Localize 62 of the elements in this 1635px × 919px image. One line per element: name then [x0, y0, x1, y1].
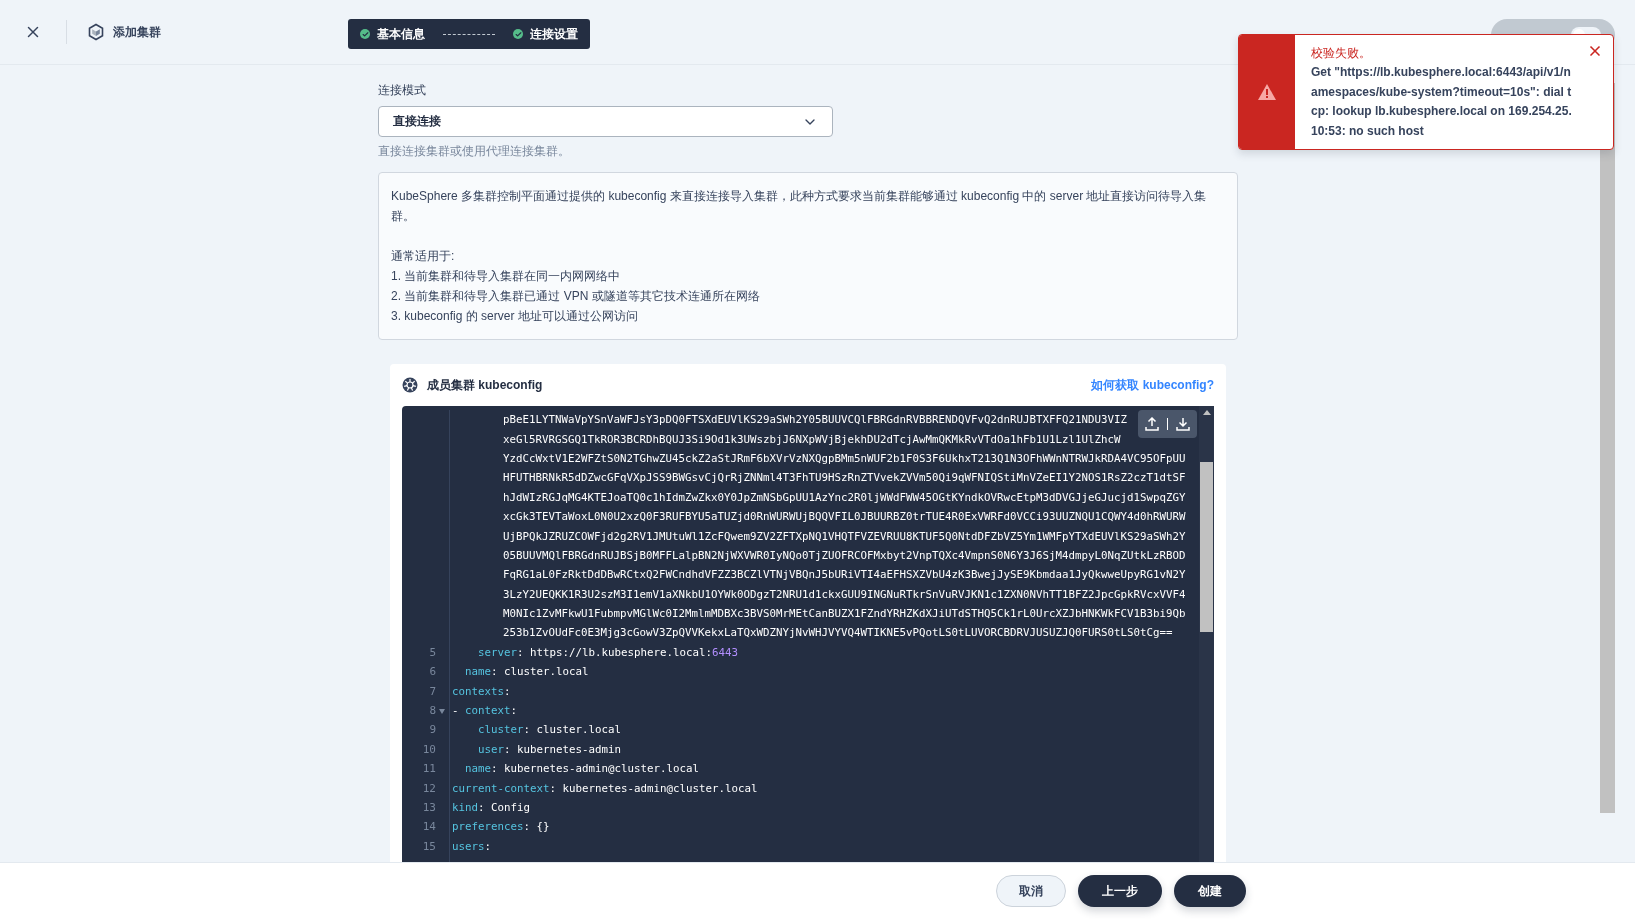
cancel-button[interactable]: 取消 [996, 875, 1066, 907]
line-number: 14 [422, 820, 436, 834]
helm-wheel-icon [402, 377, 418, 393]
code-line: 253b1ZvOUdFc0E3Mjg3cGowV3ZpQVVKekxLaTQxWDZNYjNvWHJVYVQ4WTIKNE5vPQotLS0tLUVORCBDRVJUSUZJQ0FURS0tLS0tCg== [502, 626, 1173, 640]
line-number: 6 [429, 665, 436, 679]
code-line: preferences: {} [451, 820, 550, 834]
step-label: 基本信息 [377, 25, 425, 43]
code-line: cluster: cluster.local [477, 723, 622, 737]
field-label: 连接模式 [378, 82, 427, 99]
fold-caret-icon[interactable] [439, 709, 445, 715]
code-line: hJdWIzRGJqMG4KTEJoaTQ0c1hIdmZwZkx0Y0JpZmNSbGpUU1AzYnc2R0ljWWdFWW45OGtKYndkOVRwcEtpM3dDVGJjeGJucjd1SwpqZGY [502, 490, 1186, 504]
code-line: M0NIc1ZvMFkwU1FubmpvMGlWc0I2MmlmMDBXc3BVS0MrMEtCanBUZX1FZndYRHZKdXJiUTdSTHQ5Ck1rL0UrcXZJbHNKWkFCV1B3bi9Qb [502, 607, 1186, 621]
list-item: 1. 当前集群和待导入集群在同一内网网络中 [391, 268, 622, 285]
card-title: 成员集群 kubeconfig [427, 376, 544, 394]
primary-button[interactable]: 创建 [1174, 875, 1246, 907]
close-button[interactable] [1587, 43, 1603, 59]
mode-select[interactable]: 直接连接 [378, 106, 833, 137]
code-line: contexts: [451, 684, 511, 698]
code-line: 3LzY2UEQKK1R3U2szM3I1emV1aXNkbU1OYWk0ODgzT2NRU1d1ckxGUU9INGNuRTkrSnVuRVJKN1c1ZXN0NVhTT1BFZ2JpcGpkRVcxVVF4 [502, 587, 1186, 601]
line-number: 7 [429, 684, 436, 698]
code-line: FqRG1aL0FzRktDdDBwRCtxQ2FWCndhdVFZZ3BCZlVTNjVBQnJ5bURiVTI4aEFHSXZVbU4zK3BwejJySE9Kbmdaa1JyQkwweUpyRG1vN2Y [502, 568, 1186, 582]
line-number: 8 [429, 704, 436, 718]
toast-message: Get "https://lb.kubesphere.local:6443/api/v1/namespaces/kube-system?timeout=10s": dial tcp: lookup lb.kubesphere.local on 169.254.25.10:53: no such host [1311, 64, 1573, 140]
page-scrollbar[interactable] [1600, 83, 1615, 813]
code-line: server: https://lb.kubesphere.local:6443 [477, 645, 739, 659]
help-link[interactable]: 如何获取 kubeconfig? [1091, 376, 1214, 394]
cube-icon [87, 23, 105, 41]
code-line: user: kubernetes-admin [477, 742, 622, 756]
scroll-up-icon[interactable] [1203, 410, 1211, 415]
line-number: 12 [422, 781, 436, 795]
line-number: 11 [422, 762, 436, 776]
code-line: users: [451, 839, 492, 853]
scrollbar[interactable] [1199, 406, 1214, 862]
code-line: name: kubernetes-admin@cluster.local [464, 762, 700, 776]
code-line: YzdCcWxtV1E2WFZtS0N2TGhwZU45ckZ2aStJRmF6bXVrVzNXQgpBMm5nWUF2b1F0S3F6UkhxT213Q1N3OFhWWnNTRWJkRDA4VC95OFpUU [502, 451, 1186, 465]
primary-button[interactable]: 上一步 [1078, 875, 1162, 907]
code-line: xcGk3TEVTaWoxL0N0U2xzQ0F3RUFBYU5aTUZjd0RnWURWUjBQQVFIL0JBUURBZ0trTUE4R0ExVWRFd0VCCi93UUZNQU1CQWY4d0hRWURW [502, 510, 1186, 524]
warning-icon [1258, 84, 1276, 100]
line-number: 9 [429, 723, 436, 737]
page-title: 添加集群 [113, 23, 161, 41]
code-line: - context: [451, 704, 518, 718]
field-hint: 直接连接集群或使用代理连接集群。 [378, 143, 571, 160]
code-line: kind: Config [451, 801, 531, 814]
line-number: 5 [429, 645, 436, 659]
code-line: HFUTHBRNkR5dDZwcGFqVXpJSS9BWGsvCjQrRjZNNml4T3FhTU9HSzRnZTVvekZVVm50Qi9qWFNIQStiMnVZeEI1Y2NOS1RsZ2czT1dtSF [502, 471, 1186, 485]
code-line: 05BUUVMQlFBRGdnRUJBSjB0MFFLalpBN2NjWXVWR0IyNQo0TjZUOFRCOFMxbyt2VnpTQXc4VmpnS0N6Y3J6SjM4dmpyL0NqZUtkLzRBOD [502, 548, 1186, 562]
line-number: 15 [422, 839, 436, 853]
line-number: 13 [422, 801, 436, 814]
code-line: UjBPQkJZRUZCOWFjd2g2RV1JMUtuWl1ZcFQwem9ZV2ZFTXpNQ1VHQTFVZEVRUU8KTUF5Q0NtdDFZbVZ5Ym1WMFpYTXdEUVlKS29aSWh2Y [502, 529, 1186, 543]
list-item: 2. 当前集群和待导入集群已通过 VPN 或隧道等其它技术连通所在网络 [391, 288, 761, 305]
code-line: pBeE1LYTNWaVpYSnVaWFJsY3pDQ0FTSXdEUVlKS29aSWh2Y05BUUVCQlFBRGdnRVBBRENDQVFvQ2dnRUJBTXFFQ21NDU3VIZ [502, 413, 1128, 427]
code-line: xeGl5RVRGSGQ1TkROR3BCRDhBQUJ3Si9Od1k3UWszbjJ6NXpWVjBjekhDU2dTcjAwMmQKMkRvVTdOa1hFb1U1Lzl1UlZhcW [502, 432, 1121, 446]
list-item: 3. kubeconfig 的 server 地址可以通过公网访问 [391, 308, 639, 325]
close-icon [1587, 43, 1603, 59]
step-label: 连接设置 [530, 25, 578, 43]
code-line: name: cluster.local [464, 665, 589, 679]
info-paragraph: KubeSphere 多集群控制平面通过提供的 kubeconfig 来直接连接导入集群，此种方式要求当前集群能够通过 kubeconfig 中的 server 地址直接访问待导入集群。 [391, 188, 1208, 225]
upload-icon[interactable] [1142, 414, 1162, 434]
code-line: current-context: kubernetes-admin@cluster.local [451, 781, 758, 795]
list-title: 通常适用于: [391, 248, 456, 265]
toast-title: 校验失败。 [1311, 45, 1372, 62]
line-number: 10 [422, 742, 436, 756]
